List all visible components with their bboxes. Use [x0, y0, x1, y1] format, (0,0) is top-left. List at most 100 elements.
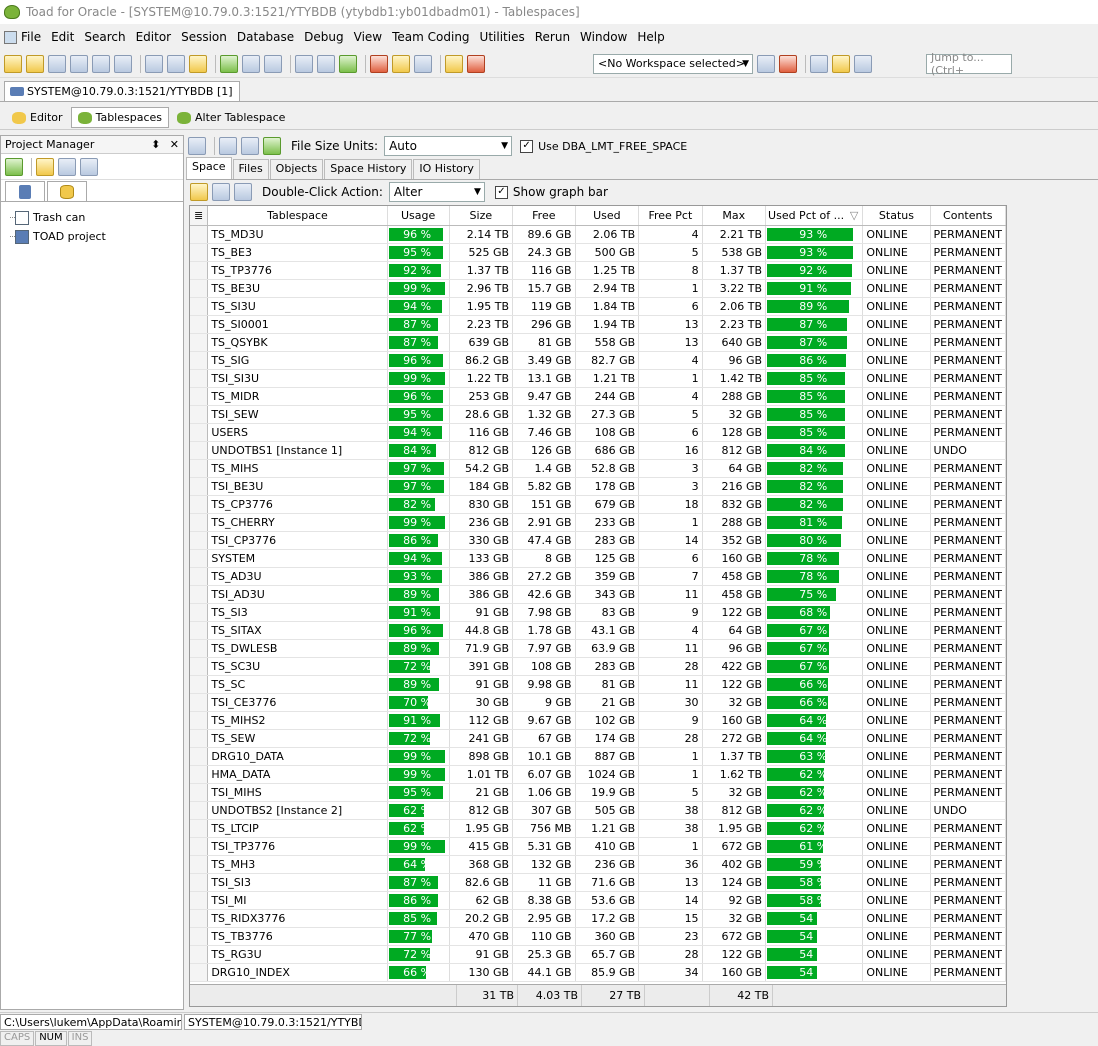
max-cell[interactable]: 352 GB	[702, 531, 767, 550]
usage-cell[interactable]: 91 %	[387, 603, 450, 622]
tablespace-cell[interactable]: TSI_SI3	[207, 873, 388, 892]
row-selector[interactable]	[190, 225, 209, 244]
tab-databases[interactable]	[47, 181, 87, 201]
lightning-icon[interactable]	[189, 54, 207, 73]
tablespace-cell[interactable]: TS_SI0001	[207, 315, 388, 334]
menu-debug[interactable]: Debug	[304, 30, 343, 44]
free-cell[interactable]: 2.95 GB	[512, 909, 576, 928]
menu-edit[interactable]: Edit	[51, 30, 74, 44]
free-cell[interactable]: 10.1 GB	[512, 747, 576, 766]
tablespace-cell[interactable]: TSI_CE3776	[207, 693, 388, 712]
used-cell[interactable]: 410 GB	[575, 837, 640, 856]
contents-cell[interactable]: PERMANENT	[930, 369, 1006, 388]
used-cell[interactable]: 558 GB	[575, 333, 640, 352]
free-cell[interactable]: 1.4 GB	[512, 459, 576, 478]
status-cell[interactable]: ONLINE	[862, 639, 931, 658]
free-cell[interactable]: 132 GB	[512, 855, 576, 874]
contents-cell[interactable]: UNDO	[930, 801, 1006, 820]
table-row[interactable]: HMA_DATA 99 % 1.01 TB 6.07 GB 1024 GB 1 1.62 T…	[190, 765, 1006, 784]
sql-editor-icon[interactable]	[4, 54, 22, 73]
upload-icon[interactable]	[414, 54, 432, 73]
status-cell[interactable]: ONLINE	[862, 459, 931, 478]
used-pct-of-max-cell[interactable]: 68 %	[765, 603, 864, 622]
grid-icon[interactable]	[241, 137, 259, 155]
contents-cell[interactable]: PERMANENT	[930, 387, 1006, 406]
used-pct-of-max-cell[interactable]: 62 %	[765, 783, 864, 802]
usage-cell[interactable]: 86 %	[387, 891, 450, 910]
used-cell[interactable]: 2.06 TB	[575, 225, 640, 244]
row-selector[interactable]	[190, 909, 209, 928]
usage-cell[interactable]: 95 %	[387, 243, 450, 262]
menu-team-coding[interactable]: Team Coding	[392, 30, 469, 44]
table-row[interactable]: TSI_CP3776 86 % 330 GB 47.4 GB 283 GB 14 352 G…	[190, 531, 1006, 550]
status-cell[interactable]: ONLINE	[862, 963, 931, 982]
contents-cell[interactable]: PERMANENT	[930, 963, 1006, 982]
used-cell[interactable]: 1.84 TB	[575, 297, 640, 316]
free-pct-cell[interactable]: 6	[638, 549, 703, 568]
row-selector[interactable]	[190, 513, 209, 532]
tablespace-cell[interactable]: TS_QSYBK	[207, 333, 388, 352]
free-cell[interactable]: 5.82 GB	[512, 477, 576, 496]
row-selector[interactable]	[190, 675, 209, 694]
status-cell[interactable]: ONLINE	[862, 369, 931, 388]
used-pct-of-max-cell[interactable]: 75 %	[765, 585, 864, 604]
table-row[interactable]: TS_MIHS2 91 % 112 GB 9.67 GB 102 GB 9 160 GB 64…	[190, 711, 1006, 730]
free-cell[interactable]: 89.6 GB	[512, 225, 576, 244]
refresh-icon[interactable]	[263, 137, 281, 155]
row-selector[interactable]	[190, 261, 209, 280]
row-selector[interactable]	[190, 549, 209, 568]
tablespace-cell[interactable]: TS_MD3U	[207, 225, 388, 244]
row-selector[interactable]	[190, 441, 209, 460]
size-cell[interactable]: 133 GB	[449, 549, 514, 568]
contents-cell[interactable]: PERMANENT	[930, 765, 1006, 784]
size-cell[interactable]: 386 GB	[449, 585, 514, 604]
free-pct-cell[interactable]: 9	[638, 711, 703, 730]
row-selector[interactable]	[190, 333, 209, 352]
sql-tuning-icon[interactable]	[70, 54, 88, 73]
used-cell[interactable]: 887 GB	[575, 747, 640, 766]
status-cell[interactable]: ONLINE	[862, 747, 931, 766]
size-cell[interactable]: 415 GB	[449, 837, 514, 856]
free-pct-cell[interactable]: 15	[638, 909, 703, 928]
usage-cell[interactable]: 99 %	[387, 837, 450, 856]
free-pct-cell[interactable]: 14	[638, 891, 703, 910]
session-browser-icon[interactable]	[48, 54, 66, 73]
used-cell[interactable]: 108 GB	[575, 423, 640, 442]
pin-icon[interactable]: ⬍	[151, 138, 160, 151]
status-cell[interactable]: ONLINE	[862, 855, 931, 874]
row-selector[interactable]	[190, 405, 209, 424]
contents-cell[interactable]: PERMANENT	[930, 855, 1006, 874]
table-row[interactable]: USERS 94 % 116 GB 7.46 GB 108 GB 6 128 GB 85 % O…	[190, 423, 1006, 442]
tablespace-cell[interactable]: TS_MIDR	[207, 387, 388, 406]
free-cell[interactable]: 8 GB	[512, 549, 576, 568]
size-cell[interactable]: 1.95 GB	[449, 819, 514, 838]
used-pct-of-max-cell[interactable]: 87 %	[765, 315, 864, 334]
tablespace-cell[interactable]: TS_SI3	[207, 603, 388, 622]
size-cell[interactable]: 82.6 GB	[449, 873, 514, 892]
free-pct-cell[interactable]: 28	[638, 657, 703, 676]
used-pct-of-max-cell[interactable]: 78 %	[765, 549, 864, 568]
max-cell[interactable]: 96 GB	[702, 639, 767, 658]
table-row[interactable]: TSI_BE3U 97 % 184 GB 5.82 GB 178 GB 3 216 GB 82…	[190, 477, 1006, 496]
table-row[interactable]: TS_AD3U 93 % 386 GB 27.2 GB 359 GB 7 458 GB 78 …	[190, 567, 1006, 586]
used-pct-of-max-cell[interactable]: 87 %	[765, 333, 864, 352]
status-cell[interactable]: ONLINE	[862, 621, 931, 640]
table-row[interactable]: TS_CP3776 82 % 830 GB 151 GB 679 GB 18 832 GB 8…	[190, 495, 1006, 514]
used-pct-of-max-cell[interactable]: 62 %	[765, 819, 864, 838]
used-cell[interactable]: 679 GB	[575, 495, 640, 514]
table-row[interactable]: TS_TP3776 92 % 1.37 TB 116 GB 1.25 TB 8 1.37 T…	[190, 261, 1006, 280]
usage-cell[interactable]: 62 %	[387, 819, 450, 838]
tablespace-cell[interactable]: TS_MIHS2	[207, 711, 388, 730]
size-cell[interactable]: 391 GB	[449, 657, 514, 676]
contents-cell[interactable]: PERMANENT	[930, 837, 1006, 856]
max-cell[interactable]: 32 GB	[702, 405, 767, 424]
free-pct-cell[interactable]: 3	[638, 459, 703, 478]
free-cell[interactable]: 1.78 GB	[512, 621, 576, 640]
usage-cell[interactable]: 99 %	[387, 765, 450, 784]
row-selector[interactable]	[190, 567, 209, 586]
used-cell[interactable]: 63.9 GB	[575, 639, 640, 658]
contents-cell[interactable]: PERMANENT	[930, 351, 1006, 370]
tablespace-cell[interactable]: TSI_BE3U	[207, 477, 388, 496]
table-row[interactable]: TS_SI3U 94 % 1.95 TB 119 GB 1.84 TB 6 2.06 TB 8…	[190, 297, 1006, 316]
run-icon[interactable]	[339, 54, 357, 73]
